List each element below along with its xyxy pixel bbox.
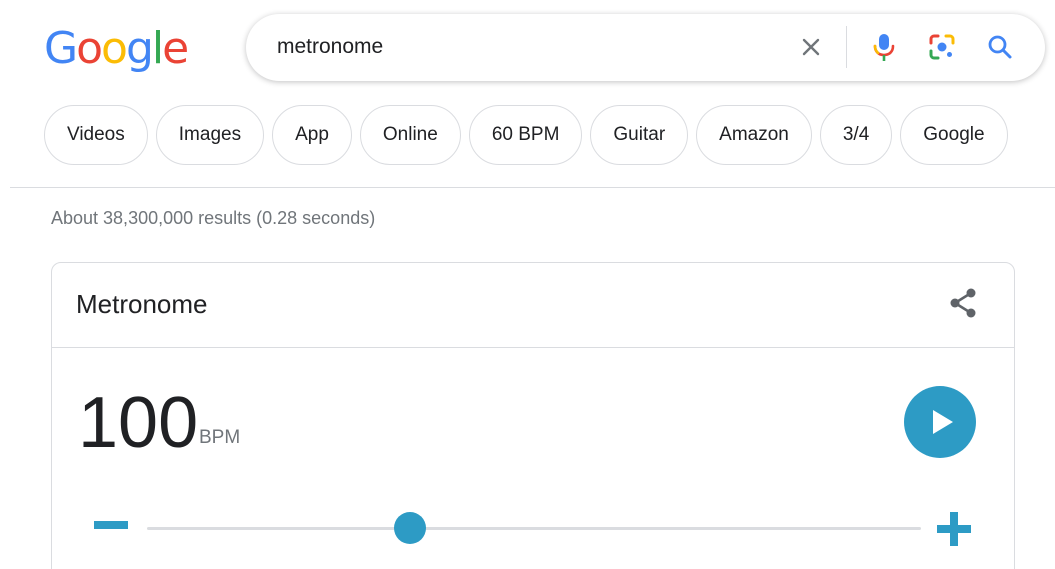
lens-camera-icon[interactable]: [926, 31, 958, 63]
tempo-slider[interactable]: [147, 512, 921, 544]
tempo-slider-thumb[interactable]: [394, 512, 427, 544]
chip-videos[interactable]: Videos: [44, 105, 148, 165]
play-icon: [933, 410, 953, 434]
play-button[interactable]: [904, 386, 976, 458]
bpm-value: 100: [78, 383, 199, 463]
share-icon[interactable]: [945, 285, 981, 321]
search-divider: [846, 26, 847, 68]
increase-tempo-button[interactable]: [937, 512, 971, 546]
logo-letter: g: [125, 23, 154, 74]
chip-google[interactable]: Google: [900, 105, 1008, 165]
chip-60-bpm[interactable]: 60 BPM: [468, 105, 583, 165]
search-icon[interactable]: [984, 31, 1016, 63]
chip-online[interactable]: Online: [359, 105, 461, 165]
search-box[interactable]: metronome: [246, 14, 1045, 81]
google-logo[interactable]: Google: [44, 23, 189, 74]
chip-3-4[interactable]: 3/4: [819, 105, 893, 165]
logo-letter: G: [44, 23, 78, 74]
logo-letter: l: [151, 23, 164, 74]
chip-images[interactable]: Images: [155, 105, 265, 165]
metronome-title: Metronome: [76, 289, 208, 319]
bpm-unit: BPM: [199, 427, 241, 448]
decrease-tempo-button[interactable]: [94, 521, 128, 529]
logo-letter: o: [76, 23, 103, 74]
header-divider: [10, 187, 1055, 188]
filter-chips: Videos Images App Online 60 BPM Guitar A…: [44, 105, 1008, 165]
card-divider: [52, 347, 1014, 348]
logo-letter: o: [101, 23, 128, 74]
logo-letter: e: [162, 23, 189, 74]
close-icon[interactable]: [795, 31, 827, 63]
metronome-card: Metronome 100 BPM: [51, 262, 1015, 569]
search-input[interactable]: metronome: [277, 33, 383, 61]
chip-app[interactable]: App: [272, 105, 352, 165]
chip-guitar[interactable]: Guitar: [590, 105, 689, 165]
chip-amazon[interactable]: Amazon: [696, 105, 812, 165]
results-stats: About 38,300,000 results (0.28 seconds): [51, 208, 376, 228]
microphone-icon[interactable]: [868, 31, 900, 63]
